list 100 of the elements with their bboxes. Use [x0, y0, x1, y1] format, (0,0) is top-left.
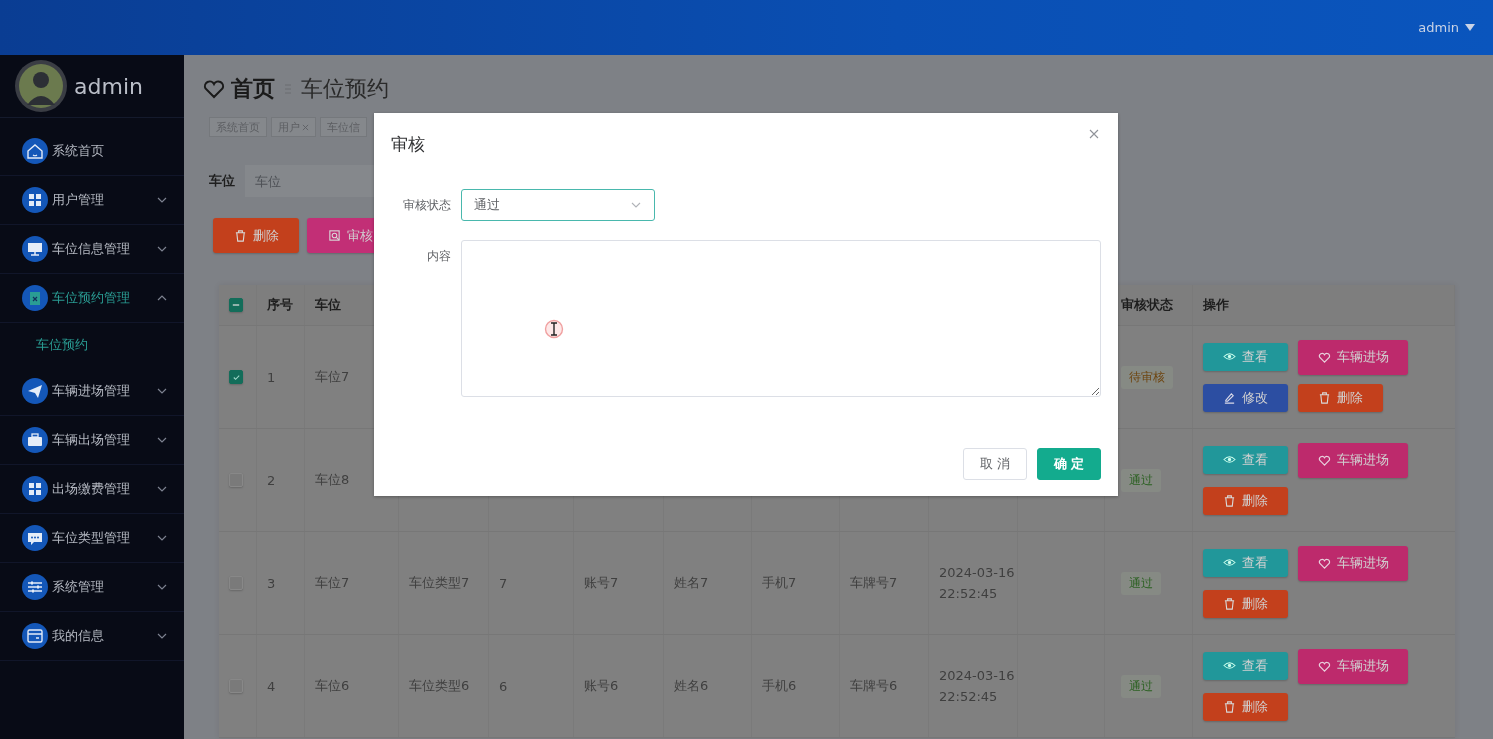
row-checkbox[interactable] [229, 473, 243, 487]
clipboard-icon [22, 285, 48, 311]
minus-icon [232, 301, 240, 309]
delete-button[interactable]: 删除 [1203, 486, 1288, 515]
user-name[interactable]: admin [1418, 20, 1459, 35]
time-text: 22:52:45 [939, 688, 998, 706]
close-icon [1089, 129, 1099, 139]
table-cell: 6 [499, 678, 508, 694]
cancel-button[interactable]: 取 消 [963, 448, 1027, 480]
confirm-button[interactable]: 确 定 [1037, 448, 1101, 480]
close-button[interactable] [1089, 129, 1099, 139]
menu-item[interactable]: 车位类型管理 [0, 514, 184, 563]
trash-icon [1223, 494, 1236, 507]
time-text: 22:52:45 [939, 585, 998, 603]
view-button[interactable]: 查看 [1203, 445, 1288, 474]
sliders-icon [22, 574, 48, 600]
delete-button[interactable]: 删除 [1203, 692, 1288, 721]
table-cell: 姓名7 [674, 574, 709, 592]
status-badge: 通过 [1121, 571, 1161, 595]
menu-item[interactable]: 出场缴费管理 [0, 465, 184, 514]
field-label: 审核状态 [402, 197, 451, 214]
table-cell: 姓名6 [674, 677, 709, 695]
menu-item[interactable]: 系统首页 [0, 127, 184, 176]
vehicle-entry-button[interactable]: 车辆进场 [1298, 648, 1408, 684]
heart-icon [203, 79, 225, 99]
breadcrumb-home[interactable]: 首页 [231, 74, 275, 104]
menu-item[interactable]: 车辆出场管理 [0, 416, 184, 465]
menu-item[interactable]: 车位预约管理 [0, 274, 184, 323]
edit-button[interactable]: 修改 [1203, 383, 1288, 412]
table-cell: 2 [267, 472, 276, 488]
table-cell: 车位6 [315, 677, 350, 695]
table-cell: 车牌号7 [850, 574, 898, 592]
delete-button[interactable]: 删除 [1203, 589, 1288, 618]
cursor-icon [544, 319, 564, 339]
card-icon [22, 623, 48, 649]
home-icon [22, 138, 48, 164]
view-button[interactable]: 查看 [1203, 342, 1288, 371]
status-badge: 待审核 [1121, 365, 1173, 389]
search-icon [327, 229, 341, 242]
grid-icon [22, 187, 48, 213]
table-cell: 车牌号6 [850, 677, 898, 695]
delete-button[interactable]: 删除 [213, 218, 299, 253]
column-header: 操作 [1193, 285, 1455, 325]
table-cell: 车位7 [315, 574, 350, 592]
eye-icon [1223, 350, 1236, 363]
menu-item[interactable]: 车位信息管理 [0, 225, 184, 274]
heart-icon [1317, 556, 1331, 570]
table-cell: 账号6 [584, 677, 619, 695]
user-name: admin [74, 73, 143, 99]
briefcase-icon [22, 427, 48, 453]
field-label: 车位 [209, 172, 235, 190]
table-cell: 账号7 [584, 574, 619, 592]
menu-item[interactable]: 我的信息 [0, 612, 184, 661]
vehicle-entry-button[interactable]: 车辆进场 [1298, 339, 1408, 375]
menu-item[interactable]: 车辆进场管理 [0, 367, 184, 416]
heart-icon [1317, 453, 1331, 467]
check-icon [231, 372, 241, 382]
menu-item[interactable]: 用户管理 [0, 176, 184, 225]
status-badge: 通过 [1121, 674, 1161, 698]
table-cell: 手机6 [762, 677, 797, 695]
field-label: 内容 [426, 248, 451, 265]
table-cell: 4 [267, 678, 276, 694]
column-header: 序号 [257, 285, 305, 325]
breadcrumb-current: 车位预约 [301, 75, 389, 103]
view-button[interactable]: 查看 [1203, 651, 1288, 680]
caret-icon [1465, 23, 1475, 32]
pencil-icon [1223, 391, 1236, 404]
table-cell: 3 [267, 575, 276, 591]
vehicle-entry-button[interactable]: 车辆进场 [1298, 545, 1408, 581]
status-select[interactable]: 通过 [461, 189, 655, 221]
vehicle-entry-button[interactable]: 车辆进场 [1298, 442, 1408, 478]
table-cell: 车位类型6 [409, 677, 470, 695]
content-field[interactable] [461, 240, 1101, 397]
avatar-icon [14, 59, 68, 113]
date-text: 2024-03-16 [939, 667, 1015, 685]
eye-icon [1223, 556, 1236, 569]
row-checkbox[interactable] [229, 576, 243, 590]
date-text: 2024-03-16 [939, 564, 1015, 582]
submenu-item[interactable]: 车位预约 [0, 323, 184, 367]
eye-icon [1223, 453, 1236, 466]
table-cell: 车位7 [315, 368, 350, 386]
eye-icon [1223, 659, 1236, 672]
select-all-checkbox[interactable] [229, 298, 243, 312]
grid-icon [22, 476, 48, 502]
delete-button[interactable]: 删除 [1298, 383, 1383, 412]
menu-item[interactable]: 系统管理 [0, 563, 184, 612]
trash-icon [233, 229, 247, 242]
view-button[interactable]: 查看 [1203, 548, 1288, 577]
paper-plane-icon [22, 378, 48, 404]
row-checkbox[interactable] [229, 679, 243, 693]
row-checkbox[interactable] [229, 370, 243, 384]
table-cell: 车位类型7 [409, 574, 470, 592]
table-cell: 7 [499, 575, 508, 591]
status-badge: 通过 [1121, 468, 1161, 492]
heart-icon [1317, 659, 1331, 673]
table-cell: 车位8 [315, 471, 350, 489]
table-cell: 手机7 [762, 574, 797, 592]
trash-icon [1223, 700, 1236, 713]
heart-icon [1317, 350, 1331, 364]
chat-icon [22, 525, 48, 551]
